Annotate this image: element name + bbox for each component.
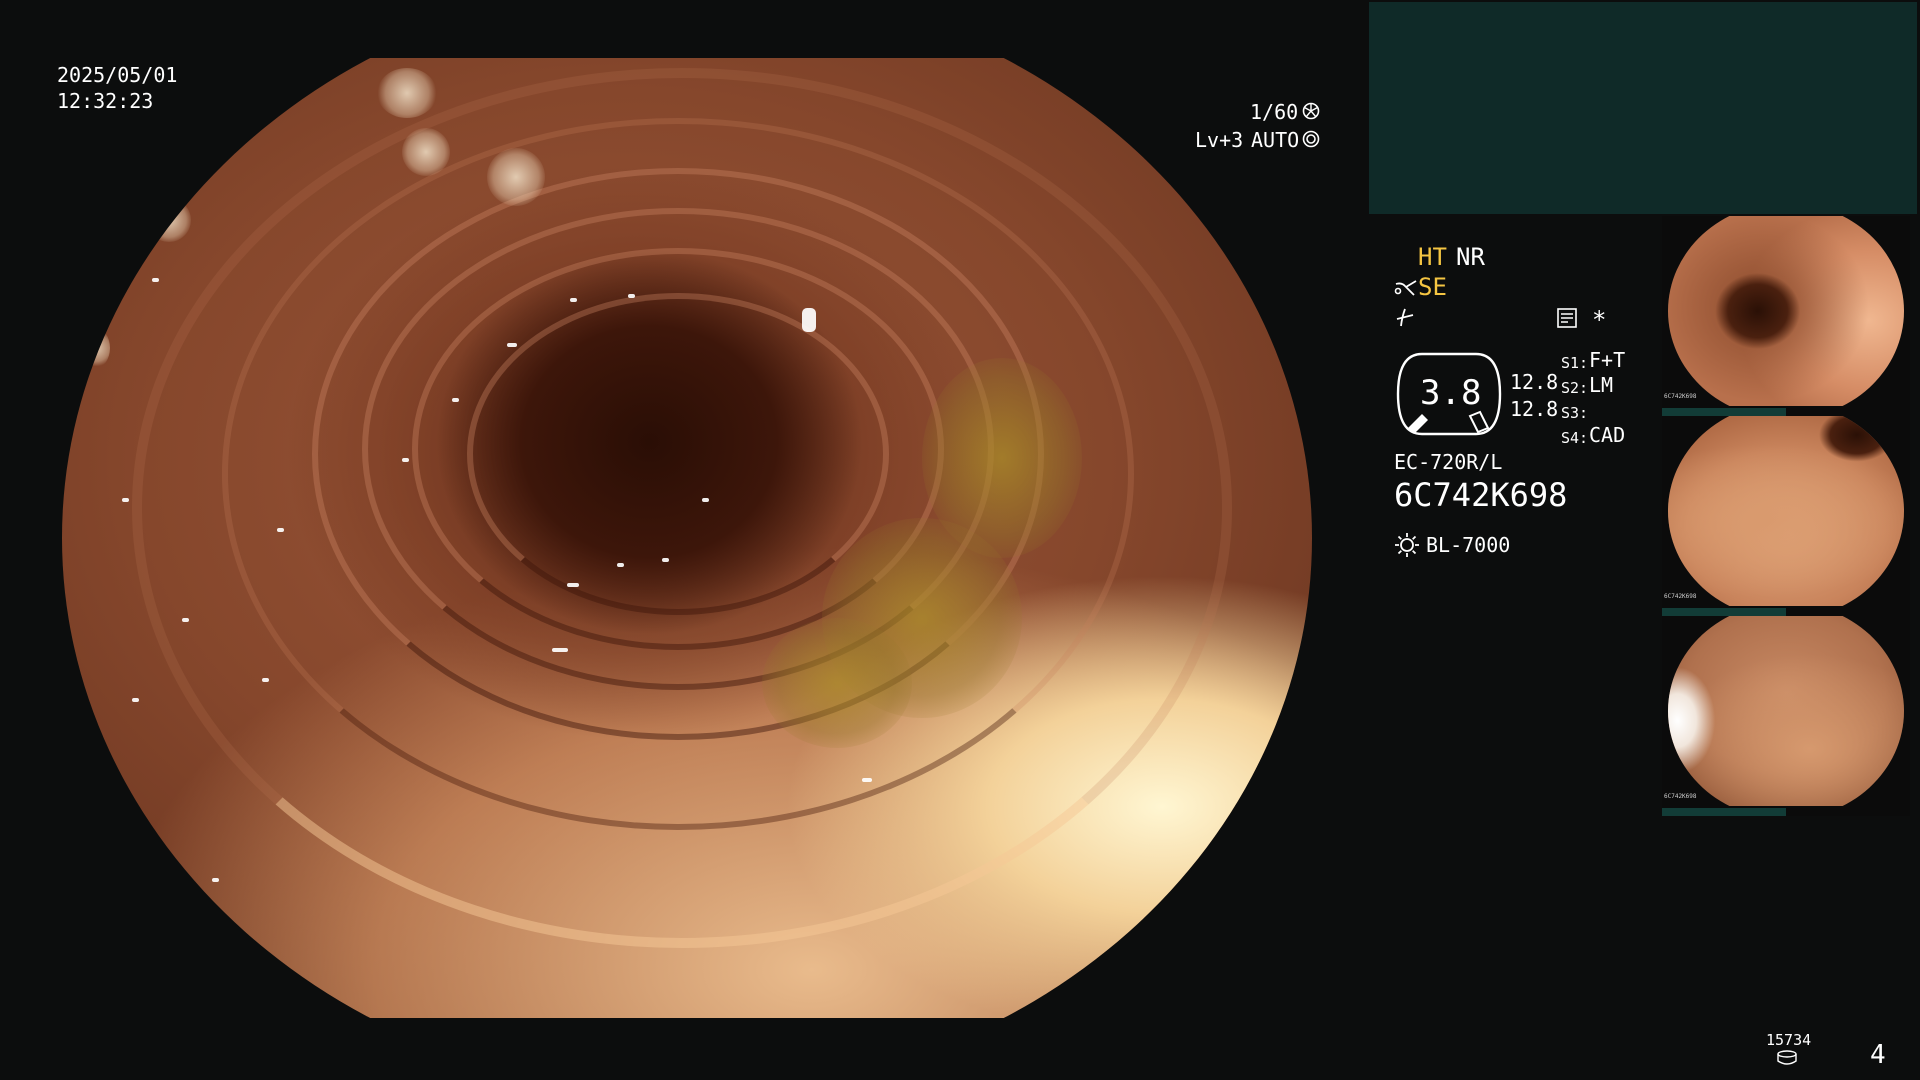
sun-icon [1395, 533, 1419, 557]
thumbnail-image [1668, 416, 1904, 606]
s1-value: F+T [1589, 348, 1626, 372]
specular-highlight [452, 398, 459, 402]
value-b-label: 12.8 [1510, 397, 1559, 421]
asterisk-label: * [1592, 306, 1607, 334]
thumbnail-serial: 6C742K698 [1664, 393, 1697, 400]
light-source-label: BL-7000 [1426, 533, 1511, 557]
specular-highlight [402, 458, 409, 462]
specular-highlight [277, 528, 284, 532]
specular-highlight [182, 618, 189, 622]
specular-highlight [507, 343, 517, 347]
auto-iris-icon [1302, 130, 1320, 148]
thumbnail-status-strip [1662, 608, 1786, 616]
shutter-icon [1302, 102, 1320, 120]
thumbnail-serial: 6C742K698 [1664, 793, 1697, 800]
info-panel-header [1369, 2, 1917, 214]
zoom-value: 3.8 [1420, 373, 1482, 413]
specular-highlight [152, 278, 159, 282]
image-counter-label: 15734 [1766, 1031, 1812, 1049]
bubble [487, 148, 545, 206]
scope-serial-label: 6C742K698 [1394, 476, 1568, 514]
thumbnail-image [1668, 616, 1904, 806]
shutter-speed-label: 1/60 [1250, 100, 1299, 124]
brightness-level-label: Lv+3 [1195, 128, 1244, 152]
scissors-icon [1394, 280, 1417, 296]
s4-value: CAD [1589, 423, 1626, 447]
time-label: 12:32:23 [57, 89, 154, 113]
specular-highlight [552, 648, 568, 652]
bubble [237, 68, 277, 108]
s1-key: S1: [1561, 354, 1589, 372]
bubble [82, 328, 110, 368]
specular-highlight [567, 583, 579, 587]
disk-icon [1777, 1050, 1797, 1065]
ht-mode-label: HT [1418, 243, 1447, 271]
bubble [377, 68, 437, 118]
auto-iris-label: AUTO [1251, 128, 1300, 152]
thumbnail-serial: 6C742K698 [1664, 593, 1697, 600]
specular-highlight [802, 308, 816, 332]
specular-highlight [617, 563, 624, 567]
specular-highlight [662, 558, 669, 562]
thumbnail-2[interactable]: 6C742K698 [1662, 416, 1910, 616]
thumbnail-3[interactable]: 6C742K698 [1662, 616, 1910, 816]
image-count-label: 4 [1870, 1040, 1886, 1070]
bubble [147, 198, 191, 242]
filter-icon [1396, 308, 1414, 327]
thumbnail-1[interactable]: 6C742K698 [1662, 216, 1910, 416]
scope-model-label: EC-720R/L [1394, 450, 1503, 474]
specular-highlight [212, 878, 219, 882]
thumbnail-status-strip [1662, 808, 1786, 816]
debris-patch [762, 618, 912, 748]
endoscope-main-view [62, 58, 1312, 1018]
specular-highlight [862, 778, 872, 782]
specular-highlight [702, 498, 709, 502]
specular-highlight [262, 678, 269, 682]
s3-key: S3: [1561, 404, 1589, 422]
value-a-label: 12.8 [1510, 370, 1559, 394]
date-label: 2025/05/01 [57, 63, 178, 87]
specular-highlight [122, 498, 129, 502]
s4-key: S4: [1561, 429, 1589, 447]
specular-highlight [570, 298, 577, 302]
thumbnail-status-strip [1662, 408, 1786, 416]
specular-highlight [132, 698, 139, 702]
bubble [402, 128, 450, 176]
memo-icon [1557, 308, 1577, 328]
specular-highlight [628, 294, 635, 298]
s2-value: LM [1589, 373, 1614, 397]
thumbnail-image [1668, 216, 1904, 406]
s2-key: S2: [1561, 379, 1589, 397]
nr-mode-label: NR [1456, 243, 1485, 271]
se-mode-label: SE [1418, 273, 1447, 301]
